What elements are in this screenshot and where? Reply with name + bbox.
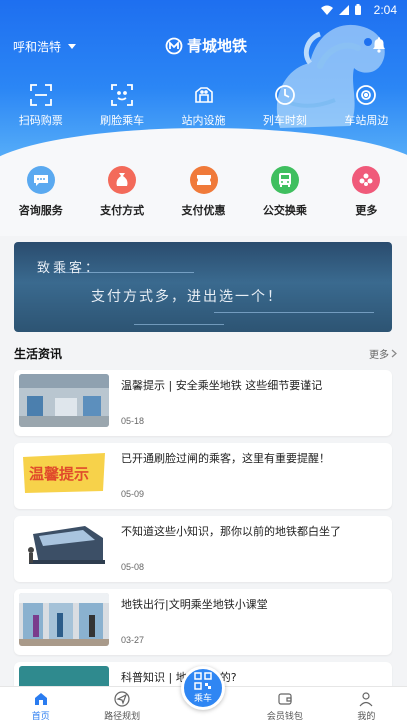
battery-icon: [355, 4, 361, 15]
signal-icon: [339, 4, 349, 15]
quick-scan-ticket-label: 扫码购票: [18, 114, 63, 127]
quick-actions: 扫码购票 刷脸乘车 站内设施 列车时刻 车站周边: [0, 84, 407, 134]
service-grid: 咨询服务 支付方式 支付优惠 公交换乘 更多: [0, 160, 407, 236]
tab-wallet-label: 会员钱包: [266, 712, 303, 722]
quick-face-ride-label: 刷脸乘车: [100, 114, 145, 127]
service-consult-label: 咨询服务: [18, 204, 63, 217]
quick-facilities[interactable]: 站内设施: [163, 84, 244, 134]
navigation-icon: [114, 691, 130, 707]
metro-logo-icon: [165, 37, 183, 54]
quick-nearby-label: 车站周边: [344, 114, 389, 127]
news-card[interactable]: 温馨提示 已开通刷脸过闸的乘客，这里有重要提醒！ 05-09: [14, 443, 392, 509]
service-consult[interactable]: 咨询服务: [0, 160, 81, 236]
brand-title: 青城地铁: [165, 35, 247, 56]
tab-home[interactable]: 首页: [0, 687, 81, 725]
quick-facilities-label: 站内设施: [181, 114, 226, 127]
news-thumbnail-station: [19, 374, 109, 427]
news-card[interactable]: 不知道这些小知识，那你以前的地铁都白坐了 05-08: [14, 516, 392, 582]
news-card-title: 不知道这些小知识，那你以前的地铁都白坐了: [121, 525, 341, 538]
tab-route-planning[interactable]: 路径规划: [81, 687, 162, 725]
chevron-right-icon: [391, 349, 397, 358]
news-thumbnail-notice: 温馨提示: [19, 447, 109, 500]
thumb-notice-text: 温馨提示: [29, 465, 89, 483]
bus-icon: [270, 166, 299, 194]
service-payment-methods[interactable]: 支付方式: [81, 160, 162, 236]
tab-wallet[interactable]: 会员钱包: [244, 687, 325, 725]
news-card[interactable]: 温馨提示 | 安全乘坐地铁 这些细节要谨记 05-18: [14, 370, 392, 436]
city-label: 呼和浩特: [13, 40, 62, 54]
chat-icon: [26, 166, 55, 194]
user-icon: [359, 692, 373, 707]
service-payment-discounts-label: 支付优惠: [181, 204, 226, 217]
news-more-link[interactable]: 更多: [369, 346, 397, 361]
ride-button[interactable]: 乘车: [181, 666, 225, 710]
city-selector[interactable]: 呼和浩特: [13, 38, 77, 55]
brand-label: 青城地铁: [187, 37, 248, 55]
scan-icon: [29, 84, 52, 106]
news-more-label: 更多: [369, 350, 389, 361]
face-scan-icon: [111, 84, 134, 106]
news-card-date: 03-27: [121, 635, 145, 645]
promo-banner[interactable]: 致乘客： 支付方式多，进出选一个！: [14, 242, 392, 332]
quick-scan-ticket[interactable]: 扫码购票: [0, 84, 81, 134]
facilities-icon: [194, 87, 213, 103]
header: [0, 0, 407, 160]
news-card-title: 温馨提示 | 安全乘坐地铁 这些细节要谨记: [121, 379, 323, 392]
news-card-date: 05-18: [121, 416, 145, 426]
status-bar: 2:04: [0, 0, 407, 22]
tab-profile[interactable]: 我的: [326, 687, 407, 725]
more-icon: [352, 166, 381, 194]
qr-code-icon: [194, 672, 212, 690]
news-thumbnail-platform: [19, 593, 109, 646]
news-card-title: 地铁出行|文明乘坐地铁小课堂: [121, 598, 268, 611]
wifi-icon: [321, 5, 333, 15]
news-thumbnail-train: [19, 520, 109, 573]
ticket-icon: [189, 166, 218, 194]
banner-line1: 致乘客：: [37, 261, 102, 276]
service-more-label: 更多: [355, 204, 378, 217]
service-payment-discounts[interactable]: 支付优惠: [163, 160, 244, 236]
news-card[interactable]: 地铁出行|文明乘坐地铁小课堂 03-27: [14, 589, 392, 655]
quick-nearby[interactable]: 车站周边: [326, 84, 407, 134]
wallet-icon: [278, 693, 292, 705]
news-card-date: 05-09: [121, 489, 145, 499]
home-icon: [34, 693, 47, 705]
chevron-down-icon: [68, 44, 77, 49]
status-icons: [321, 4, 361, 15]
tab-profile-label: 我的: [357, 712, 376, 722]
quick-timetable-label: 列车时刻: [262, 114, 307, 127]
quick-face-ride[interactable]: 刷脸乘车: [81, 84, 162, 134]
service-bus-transfer[interactable]: 公交换乘: [244, 160, 325, 236]
news-section-title: 生活资讯: [14, 347, 63, 361]
money-bag-icon: [108, 166, 137, 194]
news-card-title: 已开通刷脸过闸的乘客，这里有重要提醒！: [121, 452, 330, 465]
banner-line2: 支付方式多，进出选一个！: [91, 289, 283, 305]
news-card-date: 05-08: [121, 562, 145, 572]
quick-timetable[interactable]: 列车时刻: [244, 84, 325, 134]
tab-route-planning-label: 路径规划: [104, 712, 141, 722]
service-more[interactable]: 更多: [326, 160, 407, 236]
notification-bell[interactable]: [370, 36, 388, 58]
service-bus-transfer-label: 公交换乘: [262, 204, 307, 217]
ride-label: 乘车: [193, 694, 212, 704]
clock-icon: [275, 85, 295, 105]
tab-home-label: 首页: [31, 712, 50, 722]
nearby-icon: [356, 85, 377, 105]
bell-icon: [373, 37, 385, 53]
service-payment-methods-label: 支付方式: [100, 204, 145, 217]
status-time: 2:04: [373, 3, 397, 17]
